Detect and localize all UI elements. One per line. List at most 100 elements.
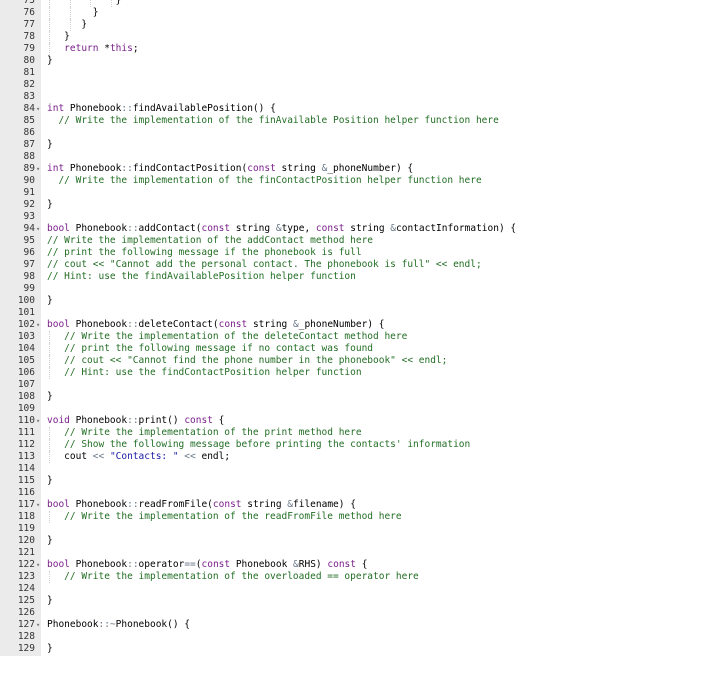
fold-arrow-icon[interactable]: ▾ (36, 619, 42, 631)
indent-guide (49, 0, 50, 7)
code-line[interactable]: 101 (0, 307, 713, 319)
code-line[interactable]: 100} (0, 295, 713, 307)
code-line[interactable]: 83 (0, 91, 713, 103)
code-line[interactable]: 76} (0, 7, 713, 19)
code-editor[interactable]: 75} 76} 77} 78} 79 return *this; 80} 81 82 83 84 ▾ i… (0, 0, 713, 656)
code-line[interactable]: 103 // Write the implementation of the de… (0, 331, 713, 343)
code-token: // Hint: use the findContactPosition hel… (64, 367, 362, 378)
code-line[interactable]: 78} (0, 31, 713, 43)
code-line[interactable]: 104 // print the following message if no … (0, 343, 713, 355)
code-line[interactable]: 120} (0, 535, 713, 547)
code-line[interactable]: 129} (0, 643, 713, 655)
code-line[interactable]: 80} (0, 55, 713, 67)
code-text: int Phonebook::findContactPosition(const… (47, 163, 413, 175)
code-line[interactable]: 87} (0, 139, 713, 151)
code-line[interactable]: 97 // cout << "Cannot add the personal co… (0, 259, 713, 271)
line-number: 119 (17, 523, 35, 534)
code-token: Phonebook (69, 103, 122, 114)
code-token: } (47, 55, 53, 66)
fold-arrow-icon[interactable]: ▾ (36, 163, 42, 175)
code-token: const (184, 415, 219, 426)
code-line[interactable]: 98 // Hint: use the findAvailablePosition… (0, 271, 713, 283)
indent-guide (110, 0, 112, 7)
code-line[interactable]: 108} (0, 391, 713, 403)
code-line[interactable]: 122 ▾ bool Phonebook::operator==(const Pho… (0, 559, 713, 571)
fold-arrow-icon[interactable]: ▾ (36, 103, 42, 115)
code-line[interactable]: 75} (0, 0, 713, 7)
code-line[interactable]: 94 ▾ bool Phonebook::addContact(const stri… (0, 223, 713, 235)
code-line[interactable]: 107 (0, 379, 713, 391)
code-line[interactable]: 99 (0, 283, 713, 295)
code-line[interactable]: 79 return *this; (0, 43, 713, 55)
line-number: 88 (23, 151, 35, 162)
code-text: } (47, 595, 53, 607)
code-line[interactable]: 118 // Write the implementation of the re… (0, 511, 713, 523)
code-line[interactable]: 95 // Write the implementation of the add… (0, 235, 713, 247)
line-number: 123 (17, 571, 35, 582)
line-number: 107 (17, 379, 35, 390)
code-line[interactable]: 84 ▾ int Phonebook::findAvailablePosition(… (0, 103, 713, 115)
code-line[interactable]: 93 (0, 211, 713, 223)
indent-guide (49, 7, 50, 19)
code-line[interactable]: 102 ▾ bool Phonebook::deleteContact(const … (0, 319, 713, 331)
code-text: Phonebook::~Phonebook() { (47, 619, 190, 631)
code-token: bool (47, 319, 76, 330)
fold-arrow-icon[interactable]: ▾ (36, 559, 42, 571)
code-line[interactable]: 113 cout << "Contacts: " << endl; (0, 451, 713, 463)
code-line[interactable]: 85 // Write the implementation of the fin… (0, 115, 713, 127)
line-number: 129 (17, 643, 35, 654)
code-token: :: (127, 223, 139, 234)
code-line[interactable]: 125} (0, 595, 713, 607)
fold-arrow-icon[interactable]: ▾ (36, 499, 42, 511)
code-line[interactable]: 112 // Show the following message before … (0, 439, 713, 451)
code-line[interactable]: 105 // cout << "Cannot find the phone num… (0, 355, 713, 367)
code-token: :: (127, 499, 139, 510)
code-line[interactable]: 115} (0, 475, 713, 487)
code-line[interactable]: 86 (0, 127, 713, 139)
code-line[interactable]: 90 // Write the implementation of the fin… (0, 175, 713, 187)
code-line[interactable]: 127 ▾ Phonebook::~Phonebook() { (0, 619, 713, 631)
indent-guide (49, 439, 50, 451)
fold-arrow-icon[interactable]: ▾ (36, 223, 42, 235)
fold-arrow-icon[interactable]: ▾ (36, 415, 42, 427)
code-line[interactable]: 88 (0, 151, 713, 163)
code-token: print() (138, 415, 185, 426)
code-token: // cout << "Cannot find the phone number… (64, 355, 448, 366)
code-line[interactable]: 128 (0, 631, 713, 643)
code-text: // print the following message if no con… (64, 343, 373, 355)
code-line[interactable]: 119 (0, 523, 713, 535)
code-line[interactable]: 77} (0, 19, 713, 31)
line-number: 100 (17, 295, 35, 306)
code-line[interactable]: 106 // Hint: use the findContactPosition … (0, 367, 713, 379)
code-line[interactable]: 116 (0, 487, 713, 499)
code-token: // Hint: use the findAvailablePosition h… (47, 271, 356, 282)
fold-arrow-icon[interactable]: ▾ (36, 319, 42, 331)
code-line[interactable]: 111 // Write the implementation of the pr… (0, 427, 713, 439)
code-token: // Write the implementation of the finCo… (58, 175, 482, 186)
code-token: bool (47, 499, 76, 510)
line-number: 104 (17, 343, 35, 354)
code-line[interactable]: 81 (0, 67, 713, 79)
code-line[interactable]: 110 ▾ void Phonebook::print() const { (0, 415, 713, 427)
code-line[interactable]: 126 (0, 607, 713, 619)
code-text: // Write the implementation of the finAv… (58, 115, 498, 127)
indent-guide (69, 19, 71, 31)
code-line[interactable]: 124 (0, 583, 713, 595)
code-line[interactable]: 82 (0, 79, 713, 91)
code-line[interactable]: 117 ▾ bool Phonebook::readFromFile(const s… (0, 499, 713, 511)
code-line[interactable]: 91 (0, 187, 713, 199)
code-token: return (64, 43, 105, 54)
code-line[interactable]: 109 (0, 403, 713, 415)
code-line[interactable]: 121 (0, 547, 713, 559)
code-text: } (47, 535, 53, 547)
code-token: const (327, 559, 362, 570)
code-line[interactable]: 114 (0, 463, 713, 475)
code-line[interactable]: 123 // Write the implementation of the ov… (0, 571, 713, 583)
code-token: Phonebook (69, 163, 122, 174)
code-token: :: (121, 103, 133, 114)
code-line[interactable]: 92} (0, 199, 713, 211)
line-number: 89 (23, 163, 35, 174)
code-token: :: (127, 319, 139, 330)
code-line[interactable]: 96 // print the following message if the … (0, 247, 713, 259)
code-line[interactable]: 89 ▾ int Phonebook::findContactPosition(co… (0, 163, 713, 175)
